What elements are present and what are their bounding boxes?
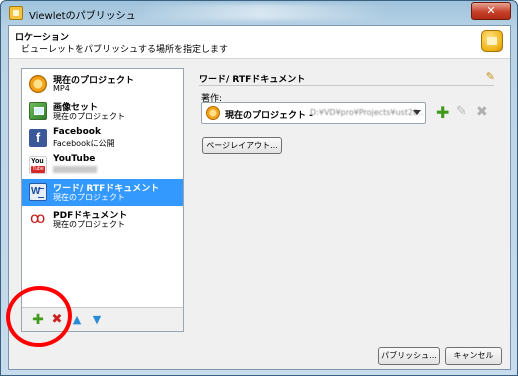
list-item-facebook[interactable]: f Facebook Facebookに公開 bbox=[22, 125, 183, 152]
image-set-icon bbox=[29, 102, 47, 120]
window-title: Viewletのパブリッシュ bbox=[29, 11, 136, 22]
list-item-title: Facebook bbox=[53, 127, 101, 137]
author-path: D:¥VD¥pro¥Projects¥ust20.. bbox=[310, 108, 424, 117]
publish-dialog-window: Viewletのパブリッシュ ✕ ロケーション ビューレットをパブリッシュする場… bbox=[0, 0, 518, 376]
youtube-icon: You Tube bbox=[29, 156, 47, 174]
list-item-image-set[interactable]: 画像セット 現在のプロジェクト bbox=[22, 98, 183, 125]
author-value: 現在のプロジェクト - bbox=[225, 111, 313, 121]
blurred-background-text bbox=[131, 4, 391, 20]
edit-author-icon[interactable]: ✎ bbox=[456, 105, 467, 119]
delete-author-icon[interactable]: ✖ bbox=[476, 105, 488, 119]
word-document-icon bbox=[29, 183, 47, 201]
detail-title: ワード/ RTFドキュメント bbox=[199, 75, 306, 85]
list-item-subtitle: 現在のプロジェクト bbox=[53, 220, 125, 229]
cancel-button[interactable]: キャンセル bbox=[445, 347, 502, 365]
app-icon bbox=[9, 6, 23, 20]
page-layout-button[interactable]: ページレイアウト... bbox=[202, 137, 282, 154]
list-item-pdf[interactable]: PDFドキュメント 現在のプロジェクト bbox=[22, 206, 183, 233]
header-panel: ロケーション ビューレットをパブリッシュする場所を指定します bbox=[9, 26, 510, 59]
publish-button[interactable]: パブリッシュ... bbox=[378, 347, 440, 365]
dropdown-arrow-icon bbox=[413, 110, 421, 115]
move-up-icon[interactable]: ▲ bbox=[70, 313, 84, 327]
list-item-subtitle: 現在のプロジェクト bbox=[53, 112, 125, 121]
list-item-word-rtf[interactable]: ワード/ RTFドキュメント 現在のプロジェクト bbox=[22, 179, 183, 206]
project-icon bbox=[29, 75, 47, 93]
facebook-icon: f bbox=[29, 129, 47, 147]
divider bbox=[199, 85, 494, 86]
list-item-current-project[interactable]: 現在のプロジェクト MP4 bbox=[22, 71, 183, 98]
close-button[interactable]: ✕ bbox=[471, 2, 511, 20]
list-item-subtitle: MP4 bbox=[53, 84, 70, 93]
header-subtitle: ビューレットをパブリッシュする場所を指定します bbox=[21, 45, 229, 55]
list-item-subtitle-redacted bbox=[53, 165, 97, 174]
list-item-title: YouTube bbox=[53, 154, 96, 164]
pdf-icon bbox=[29, 209, 47, 228]
title-bar[interactable]: Viewletのパブリッシュ ✕ bbox=[1, 1, 517, 25]
move-down-icon[interactable]: ▼ bbox=[90, 313, 104, 327]
author-dropdown[interactable]: 現在のプロジェクト - D:¥VD¥pro¥Projects¥ust20.. bbox=[201, 102, 426, 124]
list-item-subtitle: 現在のプロジェクト bbox=[53, 193, 125, 202]
location-detail-panel: ワード/ RTFドキュメント ✎ 著作: 現在のプロジェクト - D:¥VD¥p… bbox=[193, 68, 498, 332]
add-author-icon[interactable]: ✚ bbox=[436, 105, 449, 121]
list-item-subtitle: Facebookに公開 bbox=[53, 139, 115, 148]
publish-badge-icon bbox=[481, 30, 503, 52]
list-item-youtube[interactable]: You Tube YouTube bbox=[22, 152, 183, 179]
project-icon bbox=[206, 106, 220, 120]
rename-pencil-icon[interactable]: ✎ bbox=[486, 70, 495, 83]
